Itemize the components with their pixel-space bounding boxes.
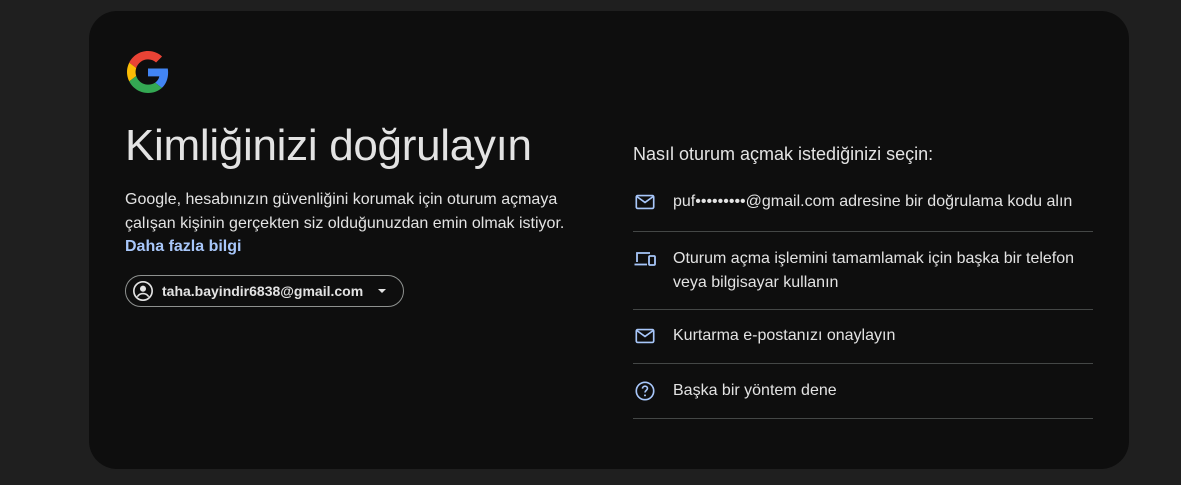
description-text: Google, hesabınızın güvenliğini korumak …	[125, 191, 565, 232]
option-recovery-email[interactable]: Kurtarma e-postanızı onaylayın	[633, 310, 1093, 364]
option-label: Oturum açma işlemini tamamlamak için baş…	[673, 250, 1075, 291]
option-other-device[interactable]: Oturum açma işlemini tamamlamak için baş…	[633, 232, 1093, 310]
devices-icon	[633, 247, 657, 271]
sign-in-options-list: puf•••••••••@gmail.com adresine bir doğr…	[633, 178, 1093, 419]
option-label: Başka bir yöntem dene	[673, 382, 837, 399]
help-circle-icon	[633, 379, 657, 403]
mail-icon	[633, 190, 657, 214]
option-email-code[interactable]: puf•••••••••@gmail.com adresine bir doğr…	[633, 178, 1093, 232]
google-logo-icon	[127, 51, 169, 93]
mail-icon	[633, 324, 657, 348]
verification-card: Kimliğinizi doğrulayın Google, hesabınız…	[89, 11, 1129, 469]
options-heading: Nasıl oturum açmak istediğinizi seçin:	[633, 144, 934, 164]
account-chip[interactable]: taha.bayindir6838@gmail.com	[125, 275, 405, 307]
account-circle-icon	[132, 280, 154, 302]
learn-more-link[interactable]: Daha fazla bilgi	[125, 236, 241, 258]
chevron-down-icon	[377, 286, 387, 296]
account-email: taha.bayindir6838@gmail.com	[162, 283, 364, 299]
page-title: Kimliğinizi doğrulayın	[125, 121, 532, 170]
option-try-another-way[interactable]: Başka bir yöntem dene	[633, 364, 1093, 419]
option-label: puf•••••••••@gmail.com adresine bir doğr…	[673, 193, 1073, 210]
option-label: Kurtarma e-postanızı onaylayın	[673, 327, 896, 344]
